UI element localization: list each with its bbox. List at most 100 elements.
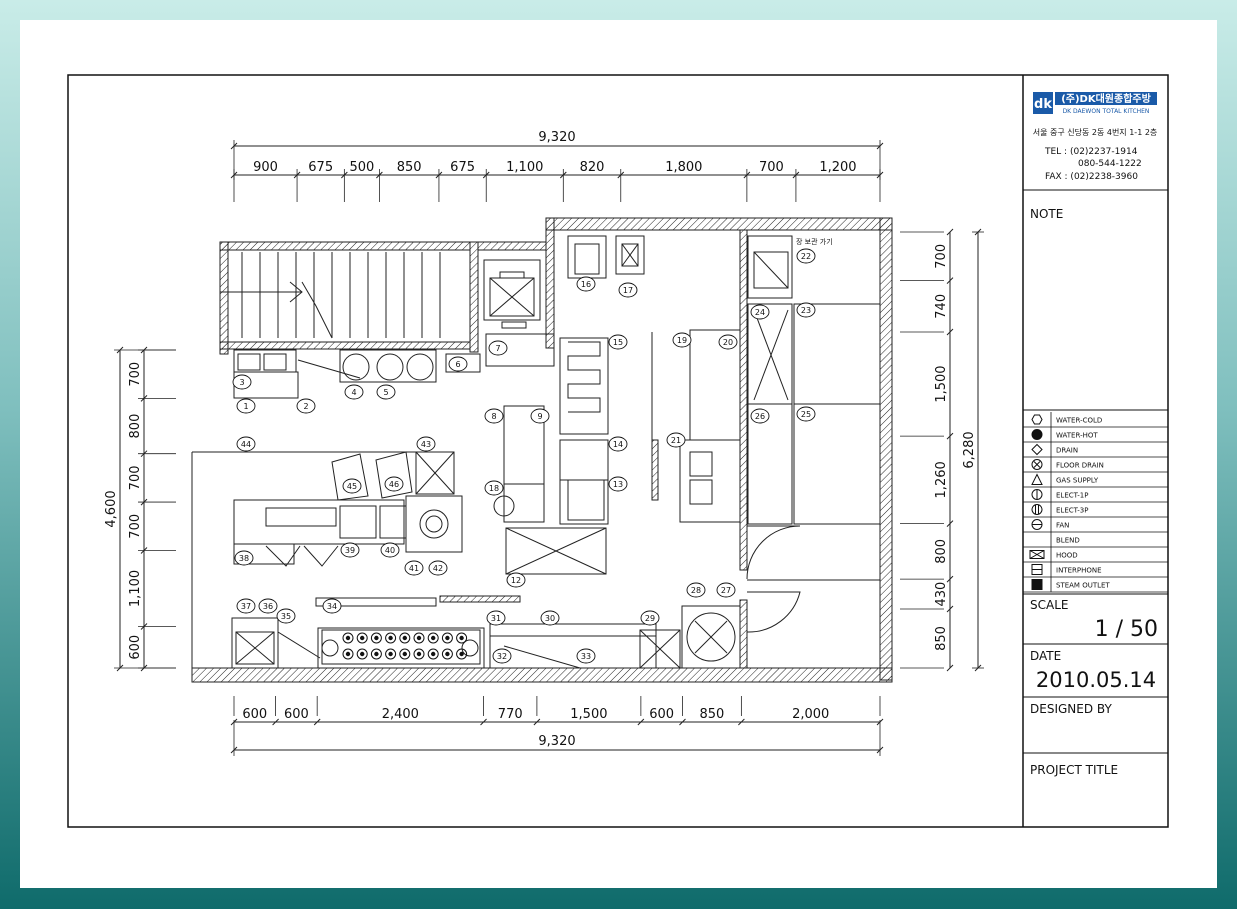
legend-label: INTERPHONE <box>1056 567 1102 575</box>
legend-label: WATER-COLD <box>1056 417 1102 425</box>
equipment-tag-18: 18 <box>484 480 504 496</box>
svg-text:33: 33 <box>581 652 591 661</box>
burner-center <box>459 651 464 657</box>
equipment-tag-17: 17 <box>618 282 638 298</box>
dimension-label: 700 <box>128 362 143 387</box>
dimension-label: 740 <box>934 294 949 319</box>
burner-center <box>345 651 351 657</box>
company-name: (주)DK대원종합주방 <box>1061 92 1151 105</box>
burner-center <box>459 635 464 641</box>
equipment-tag-15: 15 <box>608 334 628 350</box>
dimension-label: 1,100 <box>128 570 143 607</box>
svg-text:9: 9 <box>537 412 542 421</box>
svg-text:36: 36 <box>263 602 273 611</box>
dimension-label: 700 <box>759 160 784 175</box>
equipment-tag-25: 25 <box>796 406 816 422</box>
equipment-tag-19: 19 <box>672 332 692 348</box>
legend-symbol-box-lines <box>1031 564 1043 575</box>
company-fax: FAX : (02)2238-3960 <box>1045 172 1138 182</box>
equipment-tag-7: 7 <box>488 340 508 356</box>
legend-symbol-circle-bar-2 <box>1031 504 1043 515</box>
equipment-tag-40: 40 <box>380 542 400 558</box>
svg-text:5: 5 <box>383 388 388 397</box>
svg-text:39: 39 <box>345 546 355 555</box>
equipment-tag-34: 34 <box>322 598 342 614</box>
note-label: NOTE <box>1030 207 1063 221</box>
equipment-tag-42: 42 <box>428 560 448 576</box>
dimension-label: 600 <box>649 707 674 722</box>
equipment-tag-24: 24 <box>750 304 770 320</box>
equipment-tag-4: 4 <box>344 384 364 400</box>
svg-text:21: 21 <box>671 436 681 445</box>
scale-value: 1 / 50 <box>1095 617 1158 642</box>
svg-text:20: 20 <box>723 338 733 347</box>
svg-text:45: 45 <box>347 482 357 491</box>
company-tel2: 080-544-1222 <box>1078 159 1142 169</box>
equipment-tag-30: 30 <box>540 610 560 626</box>
equipment-tag-2: 2 <box>296 398 316 414</box>
company-address: 서울 중구 신당동 2동 4번지 1-1 2층 <box>1033 127 1158 137</box>
drawing-sheet: dk (주)DK대원종합주방 DK DAEWON TOTAL KITCHEN 서… <box>20 20 1217 888</box>
burner-center <box>431 635 436 641</box>
dimension-label: 1,800 <box>665 160 702 175</box>
svg-text:35: 35 <box>281 612 291 621</box>
burner-center <box>374 651 379 657</box>
legend-table: WATER-COLD WATER-HOT DRAIN FLOOR DRAIN GAS S… <box>1023 412 1168 593</box>
svg-text:29: 29 <box>645 614 655 623</box>
equipment-tag-23: 23 <box>796 302 816 318</box>
dimension-label: 9,320 <box>538 734 575 749</box>
dimension-label: 675 <box>308 160 333 175</box>
dimension-label: 850 <box>934 626 949 651</box>
dimension-label: 6,280 <box>962 431 977 468</box>
equipment-tag-39: 39 <box>340 542 360 558</box>
date-value: 2010.05.14 <box>1036 668 1156 692</box>
svg-text:26: 26 <box>755 412 765 421</box>
equipment-tag-27: 27 <box>716 582 736 598</box>
storage-area-label: 장 보관 가기 <box>796 237 833 246</box>
equipment-tag-8: 8 <box>484 408 504 424</box>
equipment-tag-3: 3 <box>232 374 252 390</box>
svg-text:44: 44 <box>241 440 251 449</box>
burner-center <box>360 635 365 641</box>
legend-label: BLEND <box>1056 537 1080 545</box>
svg-text:8: 8 <box>491 412 496 421</box>
dimension-label: 700 <box>934 244 949 269</box>
equipment-tag-33: 33 <box>576 648 596 664</box>
svg-text:28: 28 <box>691 586 701 595</box>
equipment-tag-28: 28 <box>686 582 706 598</box>
equipment-tag-43: 43 <box>416 436 436 452</box>
svg-text:22: 22 <box>801 252 811 261</box>
company-name-en: DK DAEWON TOTAL KITCHEN <box>1063 108 1150 115</box>
equipment-tag-12: 12 <box>506 572 526 588</box>
dimension-label: 2,000 <box>792 707 829 722</box>
dimension-label: 600 <box>128 635 143 660</box>
burner-center <box>445 635 450 641</box>
equipment-tag-26: 26 <box>750 408 770 424</box>
equipment-tag-21: 21 <box>666 432 686 448</box>
burner-center <box>416 635 422 641</box>
svg-text:32: 32 <box>497 652 507 661</box>
dimension-label: 900 <box>253 160 278 175</box>
legend-symbol-hexagon <box>1031 414 1043 425</box>
date-label: DATE <box>1030 649 1061 663</box>
dimension-label: 770 <box>498 707 523 722</box>
equipment-tag-32: 32 <box>492 648 512 664</box>
legend-label: ELECT-1P <box>1056 492 1088 500</box>
equipment-tag-38: 38 <box>234 550 254 566</box>
staircase <box>220 250 441 342</box>
burner-row <box>342 632 468 660</box>
equipment-tag-9: 9 <box>530 408 550 424</box>
svg-text:16: 16 <box>581 280 591 289</box>
equipment-tag-46: 46 <box>384 476 404 492</box>
dimension-label: 9,320 <box>538 130 575 145</box>
svg-text:13: 13 <box>613 480 623 489</box>
burner-center <box>374 635 379 641</box>
equipment-tag-37: 37 <box>236 598 256 614</box>
burner-center <box>416 651 422 657</box>
designed-by-label: DESIGNED BY <box>1030 702 1112 716</box>
scale-label: SCALE <box>1030 598 1068 612</box>
dimension-label: 700 <box>128 465 143 490</box>
svg-text:18: 18 <box>489 484 499 493</box>
legend-label: HOOD <box>1056 552 1078 560</box>
equipment-tag-36: 36 <box>258 598 278 614</box>
